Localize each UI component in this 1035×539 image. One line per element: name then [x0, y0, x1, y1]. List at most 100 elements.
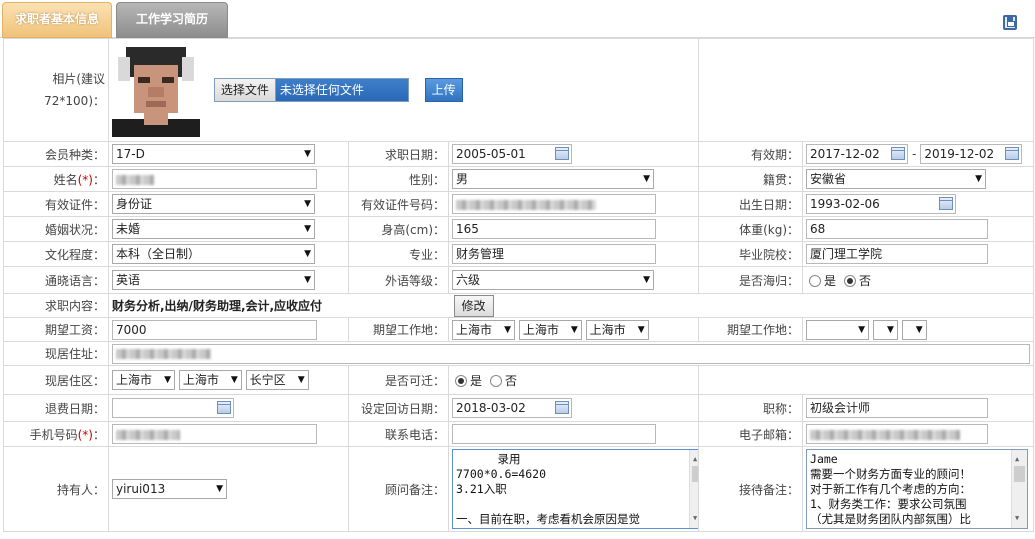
district-province-select[interactable]: 上海市 — [112, 370, 175, 390]
title-input[interactable]: 初级会计师 — [806, 398, 989, 418]
work-place-district-select[interactable]: 上海市 — [585, 319, 649, 340]
refund-date-input[interactable] — [112, 398, 234, 418]
reception-note-textarea[interactable]: Jame 需要一个财务方面专业的顾问！ 对于新工作有几个考虑的方向： 1、财务类… — [806, 449, 1029, 529]
height-label: 身高(cm)： — [348, 216, 449, 242]
returnee-yes-radio[interactable] — [809, 275, 822, 287]
revisit-date-input[interactable]: 2018-03-02 — [452, 398, 572, 418]
validity-label: 有效期： — [698, 141, 804, 167]
district-city-select[interactable]: 上海市 — [178, 370, 242, 390]
file-status: 未选择任何文件 — [275, 79, 408, 101]
photo-cell: 选择文件 未选择任何文件 上传 — [107, 38, 700, 142]
tab-basic-info[interactable]: 求职者基本信息 — [2, 2, 112, 38]
relocate-no-radio[interactable] — [490, 375, 503, 387]
mobile-label: 手机号码(*)： — [3, 421, 109, 447]
holder-label: 持有人： — [3, 446, 109, 532]
weight-input[interactable]: 68 — [806, 219, 989, 239]
consultant-note-label: 顾问备注： — [348, 446, 449, 532]
returnee-no-label: 否 — [859, 273, 872, 288]
major-label: 专业： — [348, 241, 449, 267]
save-icon[interactable] — [1003, 15, 1017, 30]
birth-date-label: 出生日期： — [698, 191, 804, 217]
email-label: 电子邮箱： — [698, 421, 804, 447]
consultant-note-text: 录用 7700*0.6=4620 3.21入职 一、目前在职，考虑看机会原因是觉 — [456, 452, 640, 526]
id-type-select[interactable]: 身份证 — [112, 194, 315, 214]
file-picker[interactable]: 选择文件 未选择任何文件 — [213, 78, 409, 102]
applicant-form: 相片(建议72*100)： 选择文件 未选择任何文件 上传 会员种类： 17-D … — [3, 38, 1035, 532]
school-label: 毕业院校： — [698, 241, 804, 267]
calendar-icon[interactable] — [891, 147, 906, 160]
revisit-date-value: 2018-03-02 — [456, 401, 526, 415]
reception-note-text: Jame 需要一个财务方面专业的顾问！ 对于新工作有几个考虑的方向： 1、财务类… — [810, 452, 972, 526]
marital-label: 婚姻状况： — [3, 216, 109, 242]
returnee-no-radio[interactable] — [844, 275, 857, 287]
relocate-yes-label: 是 — [470, 373, 483, 388]
calendar-icon[interactable] — [555, 147, 569, 160]
apply-date-value: 2005-05-01 — [456, 147, 526, 161]
validity-to-input[interactable]: 2019-12-02 — [920, 144, 1023, 164]
district-label: 现居住区： — [3, 365, 109, 395]
calendar-icon[interactable] — [939, 197, 954, 210]
reception-note-label: 接待备注： — [698, 446, 804, 532]
language-select[interactable]: 英语 — [112, 270, 315, 290]
school-input[interactable]: 厦门理工学院 — [806, 244, 989, 264]
upload-button[interactable]: 上传 — [424, 78, 463, 102]
address-input[interactable] — [112, 343, 1030, 364]
scrollbar[interactable]: ▲ ▼ — [689, 450, 698, 528]
relocate-label: 是否可迁： — [348, 365, 449, 395]
district-area-select[interactable]: 长宁区 — [245, 370, 309, 390]
foreign-level-select[interactable]: 六级 — [452, 270, 654, 290]
work-place-label: 期望工作地： — [348, 317, 449, 342]
work-place2-province-select[interactable] — [806, 319, 870, 340]
refund-date-label: 退费日期： — [3, 394, 109, 422]
relocate-no-label: 否 — [505, 373, 518, 388]
job-content-value: 财务分析,出纳/财务助理,会计,应收应付 — [112, 299, 323, 313]
birth-date-input[interactable]: 1993-02-06 — [806, 194, 957, 214]
edit-job-content-button[interactable]: 修改 — [453, 294, 494, 317]
phone-input[interactable] — [452, 424, 656, 444]
calendar-icon[interactable] — [217, 401, 231, 414]
validity-to-value: 2019-12-02 — [924, 147, 995, 161]
holder-select[interactable]: yirui013 — [112, 479, 227, 499]
phone-label: 联系电话： — [348, 421, 449, 447]
height-input[interactable]: 165 — [452, 219, 656, 239]
id-type-label: 有效证件： — [3, 191, 109, 217]
salary-input[interactable]: 7000 — [112, 319, 317, 340]
major-input[interactable]: 财务管理 — [452, 244, 656, 264]
name-input[interactable] — [112, 169, 317, 189]
tab-bar: 求职者基本信息 工作学习简历 — [0, 0, 1035, 38]
scrollbar[interactable]: ▲ ▼ — [1011, 450, 1028, 528]
revisit-date-label: 设定回访日期： — [348, 394, 449, 422]
education-label: 文化程度： — [3, 241, 109, 267]
marital-select[interactable]: 未婚 — [112, 219, 315, 239]
birth-date-value: 1993-02-06 — [810, 197, 880, 211]
work-place2-district-select[interactable] — [901, 319, 927, 340]
calendar-icon[interactable] — [1005, 147, 1020, 160]
member-type-select[interactable]: 17-D — [112, 144, 315, 164]
email-input[interactable] — [806, 424, 989, 444]
native-place-label: 籍贯： — [698, 166, 804, 192]
mobile-input[interactable] — [112, 424, 317, 444]
education-select[interactable]: 本科（全日制） — [112, 244, 315, 264]
job-content-label: 求职内容： — [3, 293, 109, 318]
work-place2-city-select[interactable] — [872, 319, 898, 340]
calendar-icon[interactable] — [555, 401, 569, 414]
photo-label: 相片(建议72*100)： — [3, 38, 109, 142]
apply-date-input[interactable]: 2005-05-01 — [452, 144, 572, 164]
validity-from-input[interactable]: 2017-12-02 — [806, 144, 909, 164]
applicant-photo — [112, 43, 200, 137]
work-place-province-select[interactable]: 上海市 — [452, 319, 515, 340]
returnee-yes-label: 是 — [824, 273, 837, 288]
gender-label: 性别： — [348, 166, 449, 192]
gender-select[interactable]: 男 — [452, 169, 654, 189]
work-place-city-select[interactable]: 上海市 — [518, 319, 582, 340]
weight-label: 体重(kg)： — [698, 216, 804, 242]
validity-separator: - — [912, 146, 917, 161]
name-label: 姓名(*)： — [3, 166, 109, 192]
id-number-input[interactable] — [452, 194, 656, 214]
tab-resume[interactable]: 工作学习简历 — [116, 2, 228, 38]
consultant-note-textarea[interactable]: 录用 7700*0.6=4620 3.21入职 一、目前在职，考虑看机会原因是觉… — [452, 449, 698, 529]
title-label: 职称： — [698, 394, 804, 422]
native-place-select[interactable]: 安徽省 — [806, 169, 987, 189]
choose-file-button[interactable]: 选择文件 — [214, 79, 276, 101]
relocate-yes-radio[interactable] — [455, 375, 467, 387]
